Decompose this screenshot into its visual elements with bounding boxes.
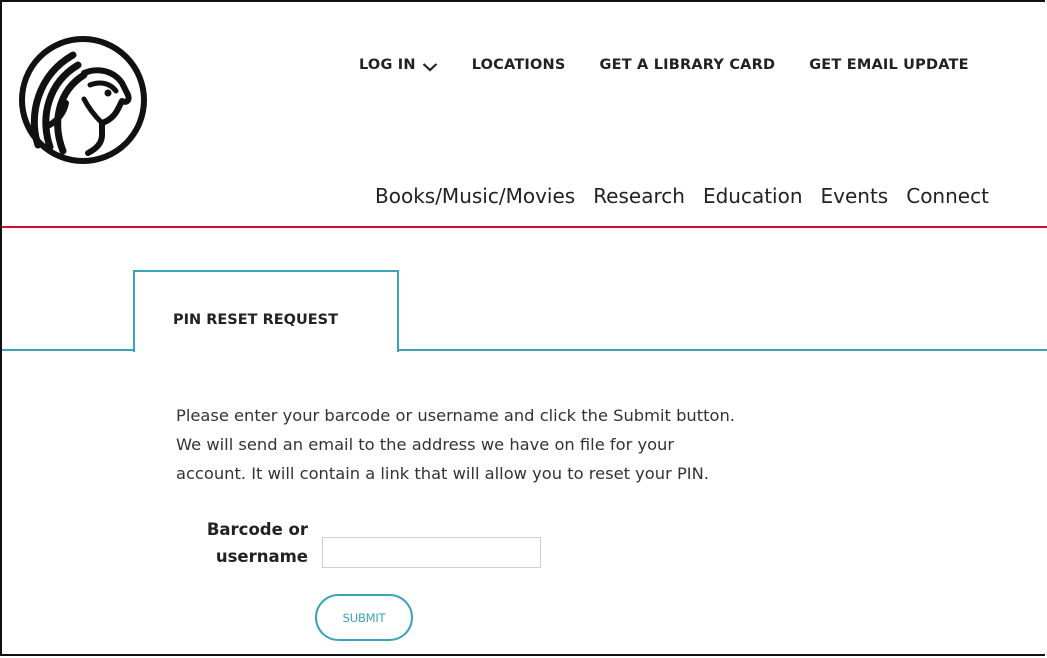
instructions-text: Please enter your barcode or username an… (176, 401, 876, 488)
login-label: LOG IN (359, 57, 416, 73)
lion-logo-icon[interactable] (18, 35, 148, 165)
library-card-link[interactable]: GET A LIBRARY CARD (600, 57, 776, 73)
instructions-line: Please enter your barcode or username an… (176, 406, 735, 425)
nav-research[interactable]: Research (593, 184, 685, 208)
tab-pin-reset-request[interactable] (133, 270, 399, 352)
login-menu[interactable]: LOG IN (359, 57, 438, 73)
utility-nav: LOG IN LOCATIONS GET A LIBRARY CARD GET … (359, 57, 969, 73)
instructions-line: We will send an email to the address we … (176, 435, 675, 454)
header-divider (2, 226, 1047, 228)
nav-events[interactable]: Events (821, 184, 889, 208)
submit-button[interactable]: SUBMIT (315, 594, 413, 641)
barcode-username-label: Barcode or username (178, 516, 308, 570)
locations-link[interactable]: LOCATIONS (472, 57, 566, 73)
label-line: username (215, 547, 308, 566)
main-nav: Books/Music/Movies Research Education Ev… (375, 184, 989, 208)
nav-books-music-movies[interactable]: Books/Music/Movies (375, 184, 575, 208)
barcode-username-input[interactable] (322, 537, 541, 568)
nav-education[interactable]: Education (703, 184, 803, 208)
instructions-line: account. It will contain a link that wil… (176, 464, 709, 483)
email-updates-link[interactable]: GET EMAIL UPDATE (809, 57, 969, 73)
nav-connect[interactable]: Connect (906, 184, 989, 208)
label-line: Barcode or (206, 520, 308, 539)
chevron-down-icon (422, 60, 438, 72)
tab-label: PIN RESET REQUEST (173, 312, 338, 328)
